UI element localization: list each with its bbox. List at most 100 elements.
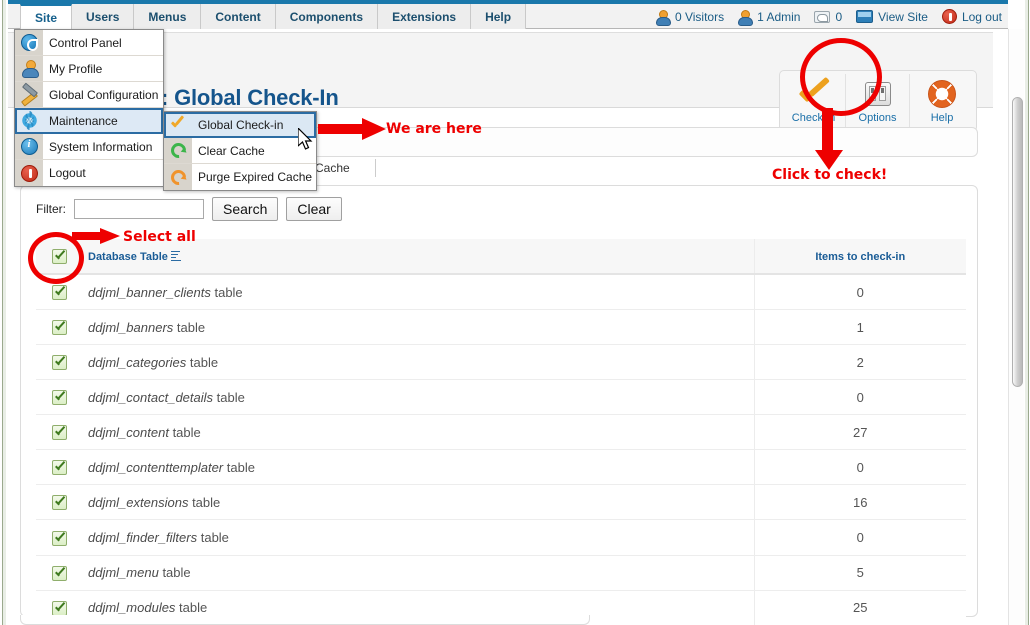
window-left-border (0, 0, 8, 625)
database-table-header-label: Database Table (88, 251, 168, 263)
mouse-cursor-icon (298, 128, 314, 151)
row-checkbox-cell (36, 450, 82, 485)
submenu-item-global-checkin[interactable]: Global Check-in (164, 112, 316, 138)
vertical-scrollbar[interactable] (1008, 29, 1024, 625)
row-count-cell: 5 (754, 555, 966, 590)
menu-item-maintenance[interactable]: Maintenance (15, 108, 163, 134)
row-checkbox[interactable] (52, 355, 67, 370)
refresh-orange-icon (167, 166, 188, 187)
menu-item-maintenance-label: Maintenance (43, 114, 118, 128)
menu-item-control-panel[interactable]: Control Panel (15, 30, 163, 56)
menu-tab-components[interactable]: Components (276, 4, 378, 29)
screen-root: Site Users Menus Content Components Exte… (0, 0, 1030, 625)
row-checkbox-cell (36, 520, 82, 555)
menu-tab-extensions[interactable]: Extensions (378, 4, 471, 29)
row-checkbox-cell (36, 380, 82, 415)
table-header-row: Database Table Items to check-in (36, 239, 966, 274)
row-checkbox-cell (36, 345, 82, 380)
info-icon (21, 138, 38, 155)
table-name: ddjml_content (88, 425, 169, 440)
row-name-cell: ddjml_finder_filters table (82, 520, 754, 555)
row-name-cell: ddjml_categories table (82, 345, 754, 380)
vertical-scrollbar-thumb[interactable] (1012, 97, 1023, 387)
user-profile-icon-wrap (15, 56, 43, 82)
row-checkbox-cell (36, 555, 82, 590)
table-row: ddjml_contenttemplater table 0 (36, 450, 966, 485)
menu-item-my-profile[interactable]: My Profile (15, 56, 163, 82)
admins-status[interactable]: 1 Admin (738, 10, 800, 24)
row-name-cell: ddjml_contenttemplater table (82, 450, 754, 485)
help-button[interactable]: Help (910, 74, 974, 128)
row-checkbox[interactable] (52, 425, 67, 440)
menu-item-global-configuration[interactable]: Global Configuration (15, 82, 163, 108)
menu-tab-users-label: Users (86, 10, 119, 24)
help-label: Help (931, 112, 954, 124)
sort-icon[interactable] (171, 250, 182, 261)
database-table-header-cell[interactable]: Database Table (82, 239, 754, 274)
row-name-cell: ddjml_contact_details table (82, 380, 754, 415)
row-count-cell: 25 (754, 590, 966, 625)
visitors-status[interactable]: 0 Visitors (656, 10, 724, 24)
menubar-tabs: Site Users Menus Content Components Exte… (20, 4, 526, 29)
row-checkbox[interactable] (52, 531, 67, 546)
menu-tab-users[interactable]: Users (72, 4, 134, 29)
menu-tab-content-label: Content (215, 10, 260, 24)
table-name: ddjml_contenttemplater (88, 460, 223, 475)
search-button[interactable]: Search (212, 197, 278, 221)
filter-bar: Filter: Search Clear (36, 197, 342, 221)
table-suffix: table (173, 320, 205, 335)
menu-tab-content[interactable]: Content (201, 4, 275, 29)
refresh-orange-icon-wrap (164, 164, 192, 190)
row-name-cell: ddjml_banners table (82, 310, 754, 345)
row-checkbox[interactable] (52, 601, 67, 616)
menu-tab-help[interactable]: Help (471, 4, 526, 29)
table-suffix: table (186, 355, 218, 370)
submenu-item-clear-cache[interactable]: Clear Cache (164, 138, 316, 164)
checkin-table: Database Table Items to check-in ddjml_b… (36, 239, 966, 625)
obscured-cache-label: Cache (315, 161, 350, 175)
menu-item-control-panel-label: Control Panel (43, 36, 122, 50)
clear-button[interactable]: Clear (286, 197, 341, 221)
menu-item-system-information[interactable]: System Information (15, 134, 163, 160)
menu-tab-menus[interactable]: Menus (134, 4, 201, 29)
refresh-green-icon (167, 140, 188, 161)
menu-tab-site-label: Site (35, 11, 57, 25)
logout-link[interactable]: Log out (942, 9, 1002, 24)
menubar-status-cluster: 0 Visitors 1 Admin 0 View Site Log out (656, 4, 1002, 29)
visitors-label: 0 Visitors (675, 10, 724, 24)
admins-label: 1 Admin (757, 10, 800, 24)
filter-input[interactable] (74, 199, 204, 219)
row-checkbox[interactable] (52, 460, 67, 475)
items-to-checkin-header-label: Items to check-in (815, 251, 905, 263)
table-row: ddjml_contact_details table 0 (36, 380, 966, 415)
messages-status[interactable]: 0 (814, 10, 842, 24)
horizontal-scroll-area[interactable] (20, 615, 590, 625)
submenu-item-global-checkin-label: Global Check-in (192, 118, 283, 132)
row-checkbox-cell (36, 485, 82, 520)
row-name-cell: ddjml_extensions table (82, 485, 754, 520)
row-checkbox[interactable] (52, 285, 67, 300)
table-name: ddjml_finder_filters (88, 530, 197, 545)
row-name-cell: ddjml_content table (82, 415, 754, 450)
refresh-green-icon-wrap (164, 138, 192, 164)
submenu-item-purge-expired-cache-label: Purge Expired Cache (192, 170, 312, 184)
table-row: ddjml_banners table 1 (36, 310, 966, 345)
table-row: ddjml_finder_filters table 0 (36, 520, 966, 555)
row-checkbox[interactable] (52, 495, 67, 510)
tools-icon-wrap (15, 82, 43, 108)
row-name-cell: ddjml_banner_clients table (82, 274, 754, 310)
admin-menubar: Site Users Menus Content Components Exte… (8, 0, 1008, 29)
view-site-link[interactable]: View Site (856, 10, 928, 24)
table-name: ddjml_extensions (88, 495, 188, 510)
row-checkbox[interactable] (52, 320, 67, 335)
table-head: Database Table Items to check-in (36, 239, 966, 274)
menu-item-global-configuration-label: Global Configuration (43, 88, 158, 102)
row-checkbox[interactable] (52, 566, 67, 581)
logout-icon (21, 165, 38, 182)
menu-item-logout[interactable]: Logout (15, 160, 163, 186)
submenu-item-purge-expired-cache[interactable]: Purge Expired Cache (164, 164, 316, 190)
row-checkbox[interactable] (52, 390, 67, 405)
messages-count: 0 (835, 10, 842, 24)
menu-tab-site[interactable]: Site (20, 4, 72, 29)
row-count-cell: 2 (754, 345, 966, 380)
